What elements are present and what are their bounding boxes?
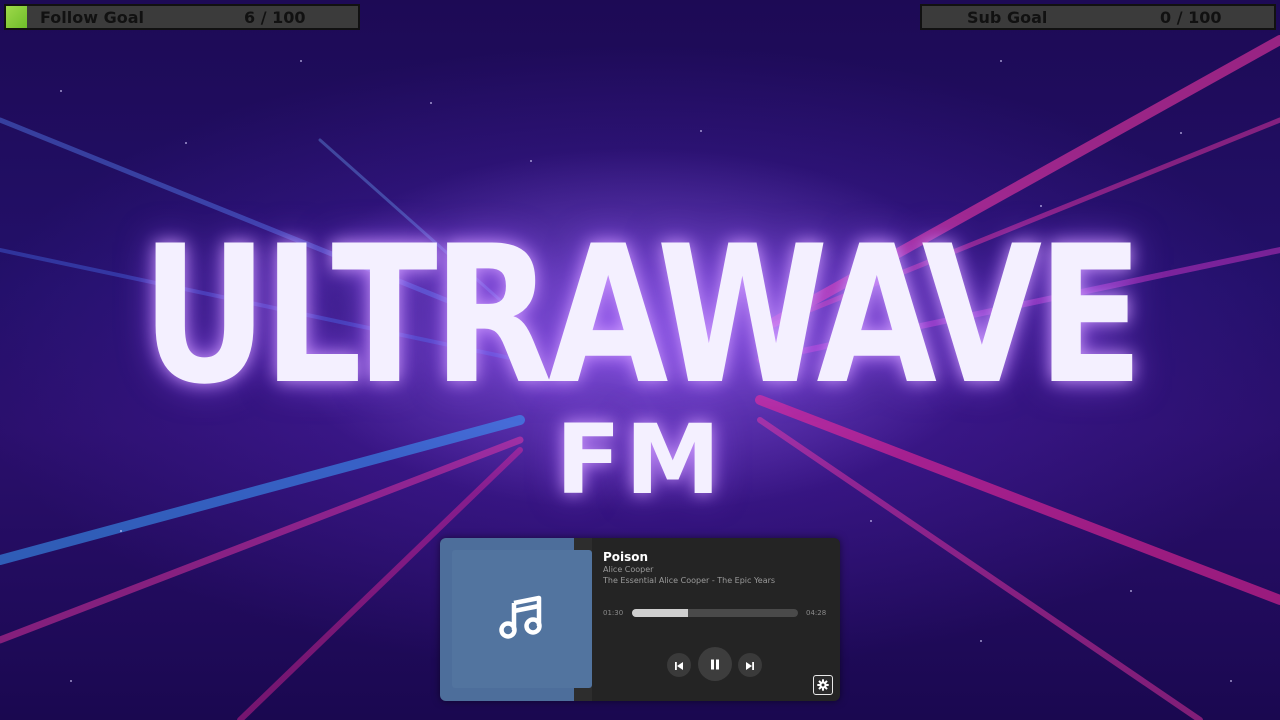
logo-subtitle: FM <box>555 404 725 516</box>
track-title: Poison <box>603 550 649 564</box>
skip-previous-icon <box>674 656 684 675</box>
music-note-icon <box>499 595 545 643</box>
skip-next-icon <box>745 656 755 675</box>
follow-goal-count: 6 / 100 <box>244 8 306 27</box>
pause-icon <box>710 655 720 674</box>
play-pause-button[interactable] <box>698 647 732 681</box>
settings-button[interactable] <box>813 675 833 695</box>
sub-goal-count: 0 / 100 <box>1160 8 1222 27</box>
previous-track-button[interactable] <box>667 653 691 677</box>
elapsed-time: 01:30 <box>603 609 624 617</box>
total-time: 04:28 <box>806 609 827 617</box>
track-artist: Alice Cooper <box>603 565 654 574</box>
follow-goal-fill <box>6 6 28 28</box>
follow-goal-label: Follow Goal <box>40 8 144 27</box>
album-art <box>452 550 592 688</box>
next-track-button[interactable] <box>738 653 762 677</box>
follow-goal-bar: Follow Goal 6 / 100 <box>4 4 360 30</box>
seek-bar[interactable] <box>632 609 798 617</box>
logo-title: ULTRAWAVE <box>141 205 1143 426</box>
gear-icon <box>817 676 829 695</box>
sub-goal-label: Sub Goal <box>967 8 1048 27</box>
seek-bar-fill <box>632 609 688 617</box>
sub-goal-bar: Sub Goal 0 / 100 <box>920 4 1276 30</box>
track-album: The Essential Alice Cooper - The Epic Ye… <box>603 576 776 585</box>
music-player: Poison Alice Cooper The Essential Alice … <box>440 538 840 701</box>
